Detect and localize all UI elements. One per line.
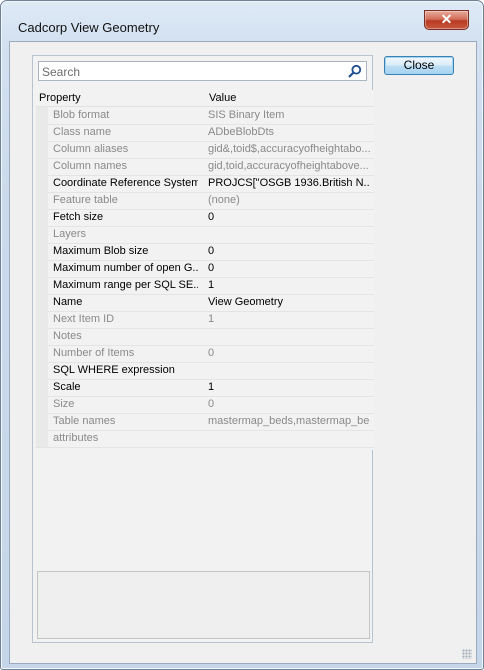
property-value[interactable]: 0 (208, 211, 370, 223)
property-name: Blob format (53, 109, 110, 121)
row-gutter (36, 124, 48, 141)
row-gutter (36, 328, 48, 345)
row-gutter (36, 158, 48, 175)
property-value[interactable]: 0 (208, 262, 370, 274)
property-row[interactable]: Column aliases gid&,toid$,accuracyofheigh… (36, 141, 374, 159)
row-gutter (36, 175, 48, 192)
grid-header: Property Value (36, 90, 374, 107)
row-gutter (36, 243, 48, 260)
property-value: gid&,toid$,accuracyofheightabo... (208, 143, 370, 155)
property-row[interactable]: SQL WHERE expression (36, 362, 374, 380)
property-row[interactable]: Number of Items 0 (36, 345, 374, 363)
description-panel (37, 571, 370, 639)
window-close-button[interactable]: ✕ (424, 10, 469, 30)
window-title: Cadcorp View Geometry (18, 20, 160, 35)
property-name: Size (53, 398, 75, 410)
dialog-window: Cadcorp View Geometry ✕ Search Property … (0, 0, 484, 670)
property-grid: Property Value Blob format SIS Binary Ite… (36, 90, 374, 450)
property-name: Number of Items (53, 347, 135, 359)
property-name: Fetch size (53, 211, 104, 223)
close-icon: ✕ (440, 11, 453, 27)
property-name: Next Item ID (53, 313, 115, 325)
header-property[interactable]: Property (39, 92, 81, 104)
property-value: gid,toid,accuracyofheightabove... (208, 160, 369, 172)
row-gutter (36, 192, 48, 209)
property-name: SQL WHERE expression (53, 364, 175, 376)
property-value: SIS Binary Item (208, 109, 285, 121)
search-placeholder: Search (42, 65, 81, 79)
property-value[interactable]: 1 (208, 381, 370, 393)
property-value[interactable]: 1 (208, 279, 370, 291)
property-row[interactable]: Layers (36, 226, 374, 244)
property-row[interactable]: Feature table (none) (36, 192, 374, 210)
property-row[interactable]: Maximum Blob size 0 (36, 243, 374, 261)
row-gutter (36, 209, 48, 226)
property-row[interactable]: Next Item ID 1 (36, 311, 374, 329)
row-gutter (36, 413, 48, 430)
property-name: Layers (53, 228, 87, 240)
search-input[interactable]: Search (38, 61, 367, 81)
property-value: 1 (208, 313, 215, 325)
property-value: mastermap_beds,mastermap_be... (208, 415, 370, 427)
row-gutter (36, 345, 48, 362)
property-name: Class name (53, 126, 112, 138)
property-row[interactable]: Table names mastermap_beds,mastermap_be..… (36, 413, 374, 431)
property-value: (none) (208, 194, 240, 206)
property-name: Notes (53, 330, 82, 342)
row-gutter (36, 277, 48, 294)
row-gutter (36, 430, 48, 447)
property-row[interactable]: Maximum number of open G... 0 (36, 260, 374, 278)
row-gutter (36, 294, 48, 311)
property-value: 0 (208, 347, 215, 359)
property-row[interactable]: Name View Geometry (36, 294, 374, 312)
property-row[interactable]: Fetch size 0 (36, 209, 374, 227)
property-name: Scale (53, 381, 81, 393)
property-value[interactable]: View Geometry (208, 296, 370, 308)
row-gutter (36, 107, 48, 124)
property-row[interactable]: Coordinate Reference System PROJCS["OSGB … (36, 175, 374, 193)
property-row[interactable]: Notes (36, 328, 374, 346)
property-name: Feature table (53, 194, 118, 206)
row-gutter (36, 226, 48, 243)
property-value: ADbeBlobDts (208, 126, 275, 138)
property-row[interactable]: attributes (36, 430, 374, 448)
property-panel: Search Property Value Blob format SIS Bin… (32, 55, 374, 643)
property-row[interactable]: Column names gid,toid,accuracyofheightabo… (36, 158, 374, 176)
header-value[interactable]: Value (209, 92, 236, 104)
property-name: Maximum number of open G... (53, 262, 198, 274)
property-row[interactable]: Size 0 (36, 396, 374, 414)
property-value[interactable]: PROJCS["OSGB 1936.British N... (208, 177, 370, 189)
property-value[interactable]: 0 (208, 245, 370, 257)
row-gutter (36, 311, 48, 328)
property-name: Column aliases (53, 143, 129, 155)
row-gutter (36, 379, 48, 396)
property-name: Maximum Blob size (53, 245, 149, 257)
property-name: Column names (53, 160, 127, 172)
property-name: Table names (53, 415, 116, 427)
row-gutter (36, 362, 48, 379)
property-name: Name (53, 296, 83, 308)
property-row[interactable]: Class name ADbeBlobDts (36, 124, 374, 142)
property-name: Maximum range per SQL SE... (53, 279, 198, 291)
resize-grip[interactable] (462, 649, 472, 659)
row-gutter (36, 260, 48, 277)
property-row[interactable]: Scale 1 (36, 379, 374, 397)
property-row[interactable]: Blob format SIS Binary Item (36, 107, 374, 125)
row-gutter (36, 396, 48, 413)
property-name: Coordinate Reference System (53, 177, 198, 189)
dialog-client-area: Search Property Value Blob format SIS Bin… (9, 41, 477, 664)
property-row[interactable]: Maximum range per SQL SE... 1 (36, 277, 374, 295)
close-button[interactable]: Close (384, 56, 454, 75)
row-gutter (36, 141, 48, 158)
search-icon[interactable] (348, 64, 362, 78)
property-name: attributes (53, 432, 99, 444)
property-value: 0 (208, 398, 215, 410)
